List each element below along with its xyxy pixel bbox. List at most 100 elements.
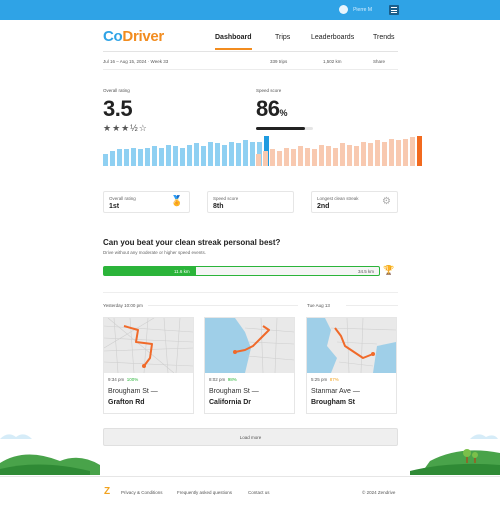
rating-trend-chart: [103, 136, 269, 166]
trip-map: [205, 318, 294, 373]
footer-link-privacy[interactable]: Privacy & Conditions: [121, 490, 163, 495]
trip-map: [104, 318, 193, 373]
challenge-title: Can you beat your clean streak personal …: [103, 238, 281, 247]
date-range[interactable]: Jul 16 – Aug 15, 2024 · Week 33: [103, 59, 168, 64]
trip-time: 8:02 pm: [209, 377, 226, 382]
card-value: 2nd: [317, 203, 330, 210]
trend-bar: [138, 149, 143, 166]
card-label: Overall rating: [109, 196, 136, 201]
trend-bar: [229, 142, 234, 166]
trend-bar: [159, 148, 164, 166]
load-more-button[interactable]: Load more: [103, 428, 398, 446]
trip-meta: 8:02 pm 98%: [209, 377, 237, 382]
trend-bar: [131, 148, 136, 166]
trip-card[interactable]: 8:02 pm 98% Brougham St — California Dr: [204, 317, 295, 414]
trend-bar: [298, 146, 303, 166]
trip-time: 9:34 pm: [108, 377, 125, 382]
rank-card-streak[interactable]: Longest clean streak 2nd ⚙: [311, 191, 398, 213]
zendrive-logo-icon: Z: [104, 486, 111, 497]
rank-card-speed[interactable]: Speed score 8th: [207, 191, 294, 213]
footer-copyright: © 2024 Zendrive: [362, 490, 396, 495]
card-value: 1st: [109, 203, 120, 210]
divider: [346, 305, 398, 306]
trip-time: 5:25 pm: [311, 377, 328, 382]
trend-bar: [236, 143, 241, 166]
speed-label: Speed score: [256, 88, 282, 93]
trend-bar: [215, 143, 220, 166]
hamburger-menu-icon[interactable]: [389, 5, 399, 15]
footer-link-faq[interactable]: Frequently asked questions: [177, 490, 232, 495]
footer: Z Privacy & Conditions Frequently asked …: [0, 476, 500, 505]
trend-bar: [347, 145, 352, 166]
user-menu[interactable]: Pierre M: [339, 5, 372, 14]
trend-bar: [173, 146, 178, 166]
trip-card[interactable]: 9:34 pm 100% Brougham St — Grafton Rd: [103, 317, 194, 414]
trend-bar: [145, 148, 150, 166]
trend-bar: [180, 148, 185, 166]
trend-bar: [263, 151, 268, 166]
trend-bar: [319, 145, 324, 166]
trend-bar: [201, 146, 206, 166]
nav-trips[interactable]: Trips: [275, 34, 290, 41]
trend-bar: [110, 151, 115, 166]
trip-count: 339 trips: [270, 59, 288, 64]
trend-bar: [389, 139, 394, 166]
trend-bar: [326, 146, 331, 166]
trend-bar: [187, 145, 192, 166]
trend-bar: [417, 136, 422, 166]
speed-unit: %: [279, 108, 287, 118]
nav-leaderboards[interactable]: Leaderboards: [311, 34, 354, 41]
day-label: Yesterday 10:00 pm: [103, 303, 143, 308]
distance-total: 1,502 km: [323, 59, 342, 64]
trip-card[interactable]: 5:25 pm 87% Stanmar Ave — Brougham St: [306, 317, 397, 414]
logo-co: Co: [103, 28, 123, 45]
trend-bar: [284, 148, 289, 166]
trend-bar: [396, 140, 401, 166]
trend-bar: [382, 142, 387, 166]
trend-bar: [208, 142, 213, 166]
trend-bar: [333, 148, 338, 166]
speed-progress-track: [256, 127, 313, 130]
trend-bar: [270, 149, 275, 166]
avatar[interactable]: [339, 5, 349, 14]
gold-medal-icon: 🏅: [170, 196, 183, 207]
trend-bar: [243, 140, 248, 166]
trip-meta: 9:34 pm 100%: [108, 377, 138, 382]
trip-destination: Brougham St: [311, 399, 355, 406]
trip-score: 100%: [126, 377, 139, 382]
header: CoDriver Dashboard Trips Leaderboards Tr…: [103, 28, 398, 52]
trend-bar: [124, 149, 129, 166]
trend-bar: [410, 137, 415, 166]
trend-bar: [305, 148, 310, 166]
nav-dashboard[interactable]: Dashboard: [215, 34, 252, 50]
trip-origin: Brougham St —: [209, 388, 259, 395]
trend-bar: [291, 149, 296, 166]
trip-meta: 5:25 pm 87%: [311, 377, 339, 382]
trend-bar: [152, 146, 157, 166]
speed-value: 86%: [256, 96, 287, 122]
codriver-logo[interactable]: CoDriver: [103, 28, 164, 45]
trend-bar: [250, 142, 255, 166]
trend-bar: [117, 149, 122, 166]
speed-trend-chart: [256, 136, 422, 166]
streak-current: 11.6 km: [174, 269, 190, 274]
rank-card-rating[interactable]: Overall rating 1st 🏅: [103, 191, 190, 213]
trip-origin: Brougham St —: [108, 388, 158, 395]
nav-trends[interactable]: Trends: [373, 34, 395, 41]
trend-bar: [222, 145, 227, 166]
user-name[interactable]: Pierre M: [353, 7, 372, 13]
card-label: Longest clean streak: [317, 196, 359, 201]
trip-destination: California Dr: [209, 399, 252, 406]
trend-bar: [277, 151, 282, 166]
rating-stars-icon: ★★★½☆: [103, 123, 148, 133]
share-link[interactable]: Share: [373, 59, 385, 64]
trend-bar: [256, 154, 261, 166]
trip-origin: Stanmar Ave —: [311, 388, 360, 395]
challenge-subtitle: Drive without any moderate or higher spe…: [103, 250, 207, 255]
trip-map: [307, 318, 396, 373]
divider: [148, 305, 298, 306]
footer-link-contact[interactable]: Contact us: [248, 490, 270, 495]
rank-cards: Overall rating 1st 🏅 Speed score 8th Lon…: [103, 191, 398, 213]
trend-bar: [166, 145, 171, 166]
speed-progress-fill: [256, 127, 306, 130]
